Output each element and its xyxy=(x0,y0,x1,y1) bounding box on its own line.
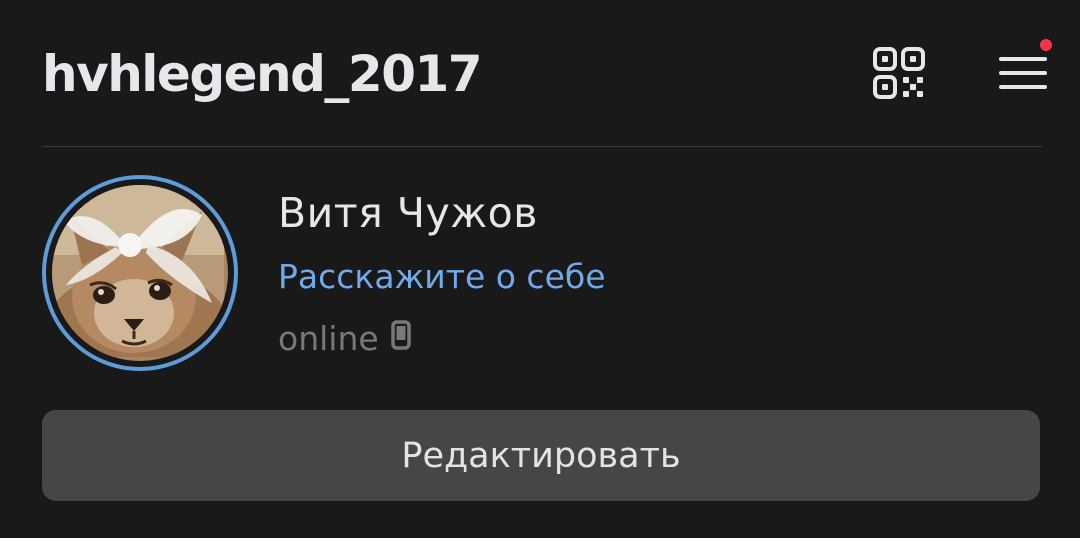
profile-full-name: Витя Чужов xyxy=(278,189,538,237)
profile-info: Витя Чужов Расскажите о себе online xyxy=(42,175,1042,385)
notification-dot xyxy=(1040,39,1052,51)
mobile-phone-icon xyxy=(390,317,411,361)
edit-profile-button[interactable]: Редактировать xyxy=(42,410,1040,501)
username-title: hvhlegend_2017 xyxy=(42,45,483,103)
menu-button[interactable] xyxy=(988,38,1058,108)
avatar[interactable] xyxy=(42,175,238,371)
avatar-image xyxy=(52,185,228,361)
hamburger-menu-icon xyxy=(999,57,1047,89)
about-me-link[interactable]: Расскажите о себе xyxy=(278,255,606,299)
online-status: online xyxy=(278,317,411,361)
status-text: online xyxy=(278,319,379,358)
qr-code-icon xyxy=(873,47,925,99)
qr-code-button[interactable] xyxy=(864,40,934,106)
profile-header: hvhlegend_2017 xyxy=(42,0,1052,147)
